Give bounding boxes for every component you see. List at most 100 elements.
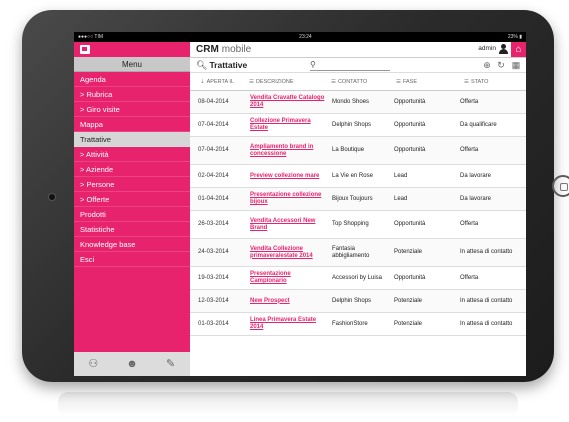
sidebar-footer: ⚇ ☻ ✎ — [74, 352, 190, 376]
cell-contact: Bijoux Toujours — [330, 187, 392, 211]
clock: 23:24 — [299, 34, 312, 40]
cell-description[interactable]: Vendita Collezione primavera/estate 2014 — [248, 238, 330, 267]
cell-state: Offerta — [458, 210, 526, 239]
cell-phase: Potenziale — [392, 289, 458, 313]
menu-list: Agenda > Rubrica > Giro visite Mappa Trattat… — [74, 72, 190, 267]
cell-contact: FashionStore — [330, 312, 392, 336]
cell-phase: Lead — [392, 164, 458, 188]
cell-state: Da lavorare — [458, 164, 526, 188]
cell-description[interactable]: Linea Primavera Estate 2014 — [248, 312, 330, 336]
cell-state: In attesa di contatto — [458, 289, 526, 313]
cell-state: Offerta — [458, 266, 526, 290]
col-header-phase[interactable]: ☰ FASE — [392, 73, 458, 91]
menu-item[interactable]: > Giro visite — [74, 102, 190, 117]
col-header-contact[interactable]: ☰ CONTATTO — [330, 73, 392, 91]
cell-description[interactable]: New Prospect — [248, 289, 330, 313]
table-row[interactable]: 07-04-2014 Collezione Primavera Estate Del… — [190, 113, 526, 137]
cell-date: 26-03-2014 — [190, 210, 248, 239]
cell-state: In attesa di contatto — [458, 238, 526, 267]
col-header-state[interactable]: ☰ STATO — [458, 73, 526, 91]
sidebar-top — [74, 42, 190, 57]
main-panel: CRM mobile admin ⌂ 🔍︎ Trattative ⚲ ⊕ ↻ ▦… — [190, 42, 526, 376]
cell-contact: Fantasia abbigliamento — [330, 238, 392, 267]
cell-date: 07-04-2014 — [190, 136, 248, 165]
add-icon[interactable]: ⊕ — [482, 60, 492, 70]
user-icon[interactable] — [499, 44, 508, 54]
tablet-reflection — [58, 392, 518, 416]
cell-contact: Top Shopping — [330, 210, 392, 239]
menu-item[interactable]: Statistiche — [74, 222, 190, 237]
menu-item[interactable]: > Persone — [74, 177, 190, 192]
home-icon[interactable]: ⌂ — [511, 42, 526, 57]
menu-item[interactable]: > Rubrica — [74, 87, 190, 102]
camera — [49, 194, 55, 200]
table-header-row: ⇣ APERTA IL ☰ DESCRIZIONE ☰ CONTATTO ☰ FASE … — [190, 73, 526, 91]
col-header-description[interactable]: ☰ DESCRIZIONE — [248, 73, 330, 91]
user-name[interactable]: admin — [478, 45, 496, 52]
table-row[interactable]: 08-04-2014 Vendita Cravatte Catalogo 2014… — [190, 90, 526, 114]
refresh-icon[interactable]: ↻ — [496, 60, 506, 70]
menu-item[interactable]: Trattative — [74, 132, 190, 147]
brand-name: CRM — [196, 44, 219, 55]
menu-item[interactable]: Prodotti — [74, 207, 190, 222]
menu-item[interactable]: > Aziende — [74, 162, 190, 177]
grid-view-icon[interactable]: ▦ — [511, 60, 521, 70]
contact-icon[interactable]: ☻ — [125, 357, 139, 371]
cell-date: 01-04-2014 — [190, 187, 248, 211]
cell-description[interactable]: Presentazione Campionario — [248, 266, 330, 290]
menu-item[interactable]: Agenda — [74, 72, 190, 87]
cell-state: Da lavorare — [458, 187, 526, 211]
cell-description[interactable]: Presentazione collezione bijoux — [248, 187, 330, 211]
menu-item[interactable]: Mappa — [74, 117, 190, 132]
table-body: 08-04-2014 Vendita Cravatte Catalogo 2014… — [190, 90, 526, 336]
menu-item[interactable]: Knowledge base — [74, 237, 190, 252]
menu-item[interactable]: > Offerte — [74, 192, 190, 207]
menu-item[interactable]: > Attività — [74, 147, 190, 162]
search-icon: 🔍︎ — [196, 59, 208, 70]
menu-item[interactable]: Esci — [74, 252, 190, 267]
col-header-date[interactable]: ⇣ APERTA IL — [190, 73, 248, 91]
cell-date: 19-03-2014 — [190, 266, 248, 290]
deals-table: ⇣ APERTA IL ☰ DESCRIZIONE ☰ CONTATTO ☰ FASE … — [190, 73, 526, 336]
cell-description[interactable]: Vendita Cravatte Catalogo 2014 — [248, 90, 330, 114]
cell-contact: Mondo Shoes — [330, 90, 392, 114]
cell-description[interactable]: Vendita Accessori New Brand — [248, 210, 330, 239]
cell-phase: Opportunità — [392, 136, 458, 165]
cell-state: Da qualificare — [458, 113, 526, 137]
table-row[interactable]: 01-03-2014 Linea Primavera Estate 2014 Fas… — [190, 312, 526, 336]
table-row[interactable]: 01-04-2014 Presentazione collezione bijou… — [190, 187, 526, 211]
table-row[interactable]: 26-03-2014 Vendita Accessori New Brand Top… — [190, 210, 526, 239]
brand-subtitle: mobile — [221, 44, 252, 55]
table-row[interactable]: 19-03-2014 Presentazione Campionario Acces… — [190, 266, 526, 290]
table-row[interactable]: 12-03-2014 New Prospect Delphin Shops Poten… — [190, 289, 526, 313]
carrier-signal: ●●●○○ TIM — [78, 34, 104, 40]
cell-date: 24-03-2014 — [190, 238, 248, 267]
cell-phase: Opportunità — [392, 210, 458, 239]
battery-indicator: 23% ▮ — [507, 34, 522, 40]
cell-description[interactable]: Ampliamento brand in concessione — [248, 136, 330, 165]
table-row[interactable]: 07-04-2014 Ampliamento brand in concessio… — [190, 136, 526, 165]
cell-description[interactable]: Preview collezione mare — [248, 164, 330, 188]
edit-icon[interactable]: ✎ — [164, 357, 178, 371]
screen: ●●●○○ TIM 23:24 23% ▮ Menu Agenda > Rubri… — [74, 32, 526, 376]
cell-phase: Potenziale — [392, 238, 458, 267]
cell-contact: Accessori by Luisa — [330, 266, 392, 290]
app-logo-icon — [80, 45, 90, 54]
home-button[interactable] — [552, 175, 569, 197]
cell-contact: La Vie en Rose — [330, 164, 392, 188]
status-bar: ●●●○○ TIM 23:24 23% ▮ — [74, 32, 526, 42]
cell-date: 02-04-2014 — [190, 164, 248, 188]
table-row[interactable]: 02-04-2014 Preview collezione mare La Vie … — [190, 164, 526, 188]
cell-phase: Potenziale — [392, 312, 458, 336]
cell-date: 08-04-2014 — [190, 90, 248, 114]
cell-state: In attesa di contatto — [458, 312, 526, 336]
search-field-icon: ⚲ — [310, 60, 316, 69]
cell-date: 07-04-2014 — [190, 113, 248, 137]
team-icon[interactable]: ⚇ — [86, 357, 100, 371]
app-header: CRM mobile admin ⌂ — [190, 42, 526, 58]
cell-phase: Lead — [392, 187, 458, 211]
cell-description[interactable]: Collezione Primavera Estate — [248, 113, 330, 137]
menu-header: Menu — [74, 57, 190, 72]
search-input[interactable]: ⚲ — [310, 60, 390, 71]
table-row[interactable]: 24-03-2014 Vendita Collezione primavera/e… — [190, 238, 526, 267]
